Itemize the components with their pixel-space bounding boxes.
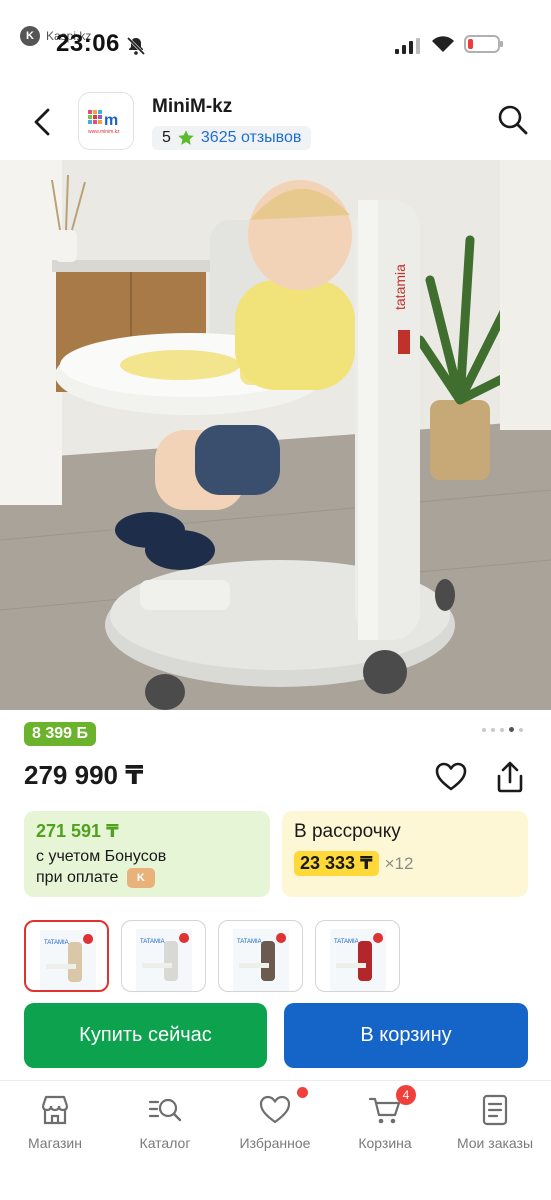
installment-amount: 23 333 ₸: [294, 851, 379, 876]
logo-url-text: www.minim.kz: [88, 129, 120, 135]
cart-count-badge: 4: [396, 1085, 416, 1105]
bonus-note-line2-wrap: при оплате K: [36, 867, 258, 889]
search-icon: [498, 105, 528, 135]
pager-dot: [482, 727, 486, 732]
variant-thumbnail[interactable]: TATAMIA: [315, 920, 400, 992]
status-time: 23:06: [56, 30, 120, 57]
store-icon: [38, 1093, 72, 1127]
installment-months: ×12: [384, 853, 414, 873]
wifi-icon: [432, 36, 454, 52]
catalog-icon: [148, 1093, 182, 1127]
bonus-badge: 8 399 Б: [24, 722, 96, 746]
variant-thumbnail-image: TATAMIA: [330, 929, 386, 991]
nav-item-store[interactable]: Магазин: [0, 1093, 110, 1151]
heart-icon: [435, 762, 467, 791]
add-to-cart-button[interactable]: В корзину: [284, 1003, 528, 1068]
kaspi-icon: K: [126, 867, 155, 888]
product-image[interactable]: tatamia: [0, 160, 551, 710]
bonus-price: 271 591 ₸: [36, 821, 119, 841]
buy-now-button[interactable]: Купить сейчас: [24, 1003, 267, 1068]
kaspi-app-icon: K: [20, 26, 40, 46]
svg-text:TATAMIA: TATAMIA: [140, 939, 165, 945]
installment-title: В рассрочку: [294, 821, 401, 842]
pager-dot: [500, 727, 504, 732]
bonus-note-line1: с учетом Бонусов: [36, 848, 167, 865]
nav-label-orders: Мои заказы: [456, 1135, 534, 1151]
status-bar: K Kaspi.kz 23:06: [0, 0, 551, 80]
bonus-price-card[interactable]: 271 591 ₸ с учетом Бонусов при оплате K: [24, 811, 270, 897]
variant-thumbnail[interactable]: TATAMIA: [121, 920, 206, 992]
pager-dot: [519, 727, 523, 732]
nav-item-catalog[interactable]: Каталог: [110, 1093, 220, 1151]
pager-dot: [491, 727, 495, 732]
installment-row: 23 333 ₸ ×12: [294, 851, 516, 876]
bonus-note: с учетом Бонусов при оплате K: [36, 847, 258, 889]
rating-pill[interactable]: 5 3625 отзывов: [152, 126, 312, 150]
image-pager: [482, 727, 523, 732]
nav-label-favorites: Избранное: [239, 1135, 311, 1151]
chevron-left-icon: [34, 108, 50, 136]
svg-text:TATAMIA: TATAMIA: [237, 939, 262, 945]
svg-text:TATAMIA: TATAMIA: [334, 939, 359, 945]
search-button[interactable]: [495, 102, 531, 138]
nav-label-catalog: Каталог: [139, 1135, 191, 1151]
share-button[interactable]: [494, 760, 526, 794]
svg-text:TATAMIA: TATAMIA: [44, 940, 69, 946]
installment-card[interactable]: В рассрочку 23 333 ₸ ×12: [282, 811, 528, 897]
back-button[interactable]: [24, 104, 60, 140]
svg-text:m: m: [104, 112, 118, 129]
variant-thumbnail-image: TATAMIA: [40, 930, 96, 990]
variant-thumbnail-image: TATAMIA: [136, 929, 192, 991]
variant-thumbnail-image: TATAMIA: [233, 929, 289, 991]
reviews-link[interactable]: 3625 отзывов: [201, 129, 301, 147]
share-icon: [497, 761, 523, 793]
variant-thumbnail[interactable]: TATAMIA: [218, 920, 303, 992]
minim-logo-icon: m www.minim.kz: [88, 110, 120, 135]
pager-dot-active: [509, 727, 514, 732]
bottom-navigation: Магазин Каталог Избранное 4 Корзина Мои …: [0, 1080, 551, 1200]
svg-text:tatamia: tatamia: [392, 264, 408, 310]
nav-item-favorites[interactable]: Избранное: [220, 1087, 330, 1151]
favorite-button[interactable]: [434, 760, 468, 794]
battery-icon: [464, 35, 503, 53]
bell-muted-icon: [126, 36, 146, 56]
product-price: 279 990 ₸: [24, 760, 144, 790]
nav-label-store: Магазин: [27, 1135, 82, 1151]
rating-score: 5: [162, 129, 171, 146]
product-photo-illustration: tatamia: [0, 160, 551, 710]
favorites-dot-badge: [297, 1087, 308, 1098]
variant-thumbnail[interactable]: TATAMIA: [24, 920, 109, 992]
orders-icon: [478, 1093, 512, 1127]
shop-logo[interactable]: m www.minim.kz: [78, 92, 134, 150]
signal-icon: [395, 38, 420, 54]
nav-item-orders[interactable]: Мои заказы: [440, 1093, 550, 1151]
variant-thumbnails: TATAMIA TATAMIA TATAMIA TATAMIA: [24, 920, 400, 992]
cart-icon: 4: [368, 1085, 416, 1127]
shop-header: m www.minim.kz MiniM-kz 5 3625 отзывов: [0, 86, 551, 158]
nav-item-cart[interactable]: 4 Корзина: [330, 1085, 440, 1151]
bonus-note-line2: при оплате: [36, 869, 119, 887]
shop-name[interactable]: MiniM-kz: [152, 96, 232, 118]
nav-label-cart: Корзина: [358, 1135, 412, 1151]
star-icon: [178, 130, 194, 145]
heart-icon: [258, 1087, 308, 1127]
